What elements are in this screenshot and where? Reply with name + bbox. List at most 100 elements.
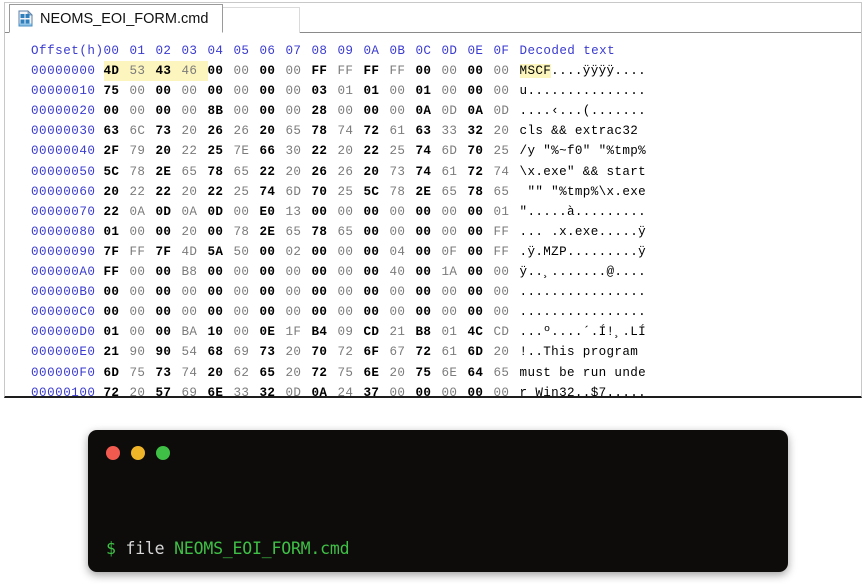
hex-row[interactable]: 00000000 4D 53 43 46 00 00 00 00 FF FF FF FF 00 00 00 00…: [31, 61, 646, 82]
hex-byte-cell[interactable]: 00: [364, 282, 390, 302]
hex-byte-cell[interactable]: 2F: [104, 141, 130, 161]
hex-byte-cell[interactable]: 74: [338, 121, 364, 141]
hex-byte-cell[interactable]: 01: [364, 81, 390, 101]
hex-decoded-text[interactable]: \x.exe" && start: [520, 162, 647, 182]
hex-decoded-text[interactable]: ".....à.........: [520, 202, 647, 222]
hex-byte-cell[interactable]: 33: [442, 121, 468, 141]
hex-decoded-text[interactable]: cls && extrac32: [520, 121, 647, 141]
hex-byte-cell[interactable]: 00: [130, 101, 156, 121]
hex-byte-cell[interactable]: 78: [390, 182, 416, 202]
hex-byte-cell[interactable]: 00: [442, 81, 468, 101]
hex-byte-cell[interactable]: 01: [416, 81, 442, 101]
hex-byte-cell[interactable]: 00: [364, 262, 390, 282]
hex-byte-cell[interactable]: 2E: [260, 222, 286, 242]
hex-byte-cell[interactable]: 00: [468, 282, 494, 302]
hex-byte-cell[interactable]: 00: [234, 81, 260, 101]
hex-byte-cell[interactable]: 25: [494, 141, 520, 161]
hex-byte-cell[interactable]: 00: [468, 302, 494, 322]
hex-byte-cell[interactable]: 00: [494, 282, 520, 302]
hex-byte-cell[interactable]: 20: [494, 342, 520, 362]
hex-byte-cell[interactable]: 21: [390, 322, 416, 342]
terminal-window[interactable]: $ file NEOMS_EOI_FORM.cmd NEOMS_EOI_FORM…: [88, 430, 788, 572]
hex-byte-cell[interactable]: 69: [182, 383, 208, 396]
hex-byte-cell[interactable]: 0A: [130, 202, 156, 222]
hex-byte-cell[interactable]: 26: [208, 121, 234, 141]
hex-byte-cell[interactable]: 20: [104, 182, 130, 202]
hex-byte-cell[interactable]: 00: [494, 81, 520, 101]
hex-byte-cell[interactable]: 2E: [156, 162, 182, 182]
hex-byte-cell[interactable]: 00: [182, 302, 208, 322]
hex-byte-cell[interactable]: 25: [234, 182, 260, 202]
hex-byte-cell[interactable]: 00: [104, 282, 130, 302]
hex-byte-cell[interactable]: 43: [155, 61, 182, 82]
hex-byte-cell[interactable]: 00: [208, 302, 234, 322]
hex-byte-cell[interactable]: 73: [260, 342, 286, 362]
hex-byte-cell[interactable]: 72: [338, 342, 364, 362]
hex-byte-cell[interactable]: 78: [208, 162, 234, 182]
hex-byte-cell[interactable]: 00: [130, 222, 156, 242]
hex-row[interactable]: 000000C0 00 00 00 00 00 00 00 00 00 00 00 00 00 00 00 00…: [31, 302, 646, 322]
hex-byte-cell[interactable]: 70: [468, 141, 494, 161]
hex-byte-cell[interactable]: 65: [494, 363, 520, 383]
hex-byte-cell[interactable]: 20: [130, 383, 156, 396]
hex-byte-cell[interactable]: 00: [364, 101, 390, 121]
hex-byte-cell[interactable]: 22: [104, 202, 130, 222]
hex-byte-cell[interactable]: 01: [338, 81, 364, 101]
hex-byte-cell[interactable]: 0D: [208, 202, 234, 222]
hex-byte-cell[interactable]: 4D: [103, 61, 130, 82]
hex-byte-cell[interactable]: 0A: [182, 202, 208, 222]
hex-byte-cell[interactable]: 6D: [286, 182, 312, 202]
hex-byte-cell[interactable]: 0A: [416, 101, 442, 121]
hex-byte-cell[interactable]: 74: [416, 162, 442, 182]
hex-byte-cell[interactable]: 00: [234, 101, 260, 121]
hex-byte-cell[interactable]: 00: [286, 262, 312, 282]
hex-row[interactable]: 000000B0 00 00 00 00 00 00 00 00 00 00 00 00 00 00 00 00…: [31, 282, 646, 302]
hex-byte-cell[interactable]: 62: [234, 363, 260, 383]
hex-byte-cell[interactable]: 22: [364, 141, 390, 161]
hex-byte-cell[interactable]: 4D: [182, 242, 208, 262]
hex-byte-cell[interactable]: 21: [104, 342, 130, 362]
hex-byte-cell[interactable]: 00: [416, 202, 442, 222]
hex-byte-cell[interactable]: 00: [416, 282, 442, 302]
hex-byte-cell[interactable]: 00: [416, 302, 442, 322]
hex-byte-cell[interactable]: 22: [208, 182, 234, 202]
hex-byte-cell[interactable]: 00: [182, 101, 208, 121]
hex-row[interactable]: 00000080 01 00 00 20 00 78 2E 65 78 65 00 00 00 00 00 FF…: [31, 222, 646, 242]
hex-byte-cell[interactable]: 46: [181, 61, 208, 82]
hex-decoded-text[interactable]: ... .x.exe.....ÿ: [520, 222, 647, 242]
hex-byte-cell[interactable]: 00: [442, 302, 468, 322]
hex-byte-cell[interactable]: 01: [104, 222, 130, 242]
hex-decoded-text[interactable]: .ÿ.MZP.........ÿ: [520, 242, 647, 262]
hex-byte-cell[interactable]: 00: [468, 262, 494, 282]
hex-byte-cell[interactable]: 20: [286, 162, 312, 182]
hex-byte-cell[interactable]: FF: [338, 61, 364, 81]
hex-byte-cell[interactable]: 33: [234, 383, 260, 396]
hex-byte-cell[interactable]: 65: [234, 162, 260, 182]
hex-byte-cell[interactable]: 00: [260, 61, 286, 81]
hex-byte-cell[interactable]: 5C: [364, 182, 390, 202]
hex-byte-cell[interactable]: 26: [338, 162, 364, 182]
hex-byte-cell[interactable]: 00: [416, 262, 442, 282]
hex-byte-cell[interactable]: 70: [312, 342, 338, 362]
hex-byte-cell[interactable]: 7E: [234, 141, 260, 161]
hex-byte-cell[interactable]: 00: [260, 302, 286, 322]
hex-byte-cell[interactable]: 72: [468, 162, 494, 182]
hex-byte-cell[interactable]: 00: [156, 81, 182, 101]
hex-byte-cell[interactable]: 65: [286, 121, 312, 141]
hex-byte-cell[interactable]: 0F: [442, 242, 468, 262]
hex-byte-cell[interactable]: 7F: [156, 242, 182, 262]
hex-byte-cell[interactable]: 00: [468, 242, 494, 262]
hex-dump-area[interactable]: Offset(h) 00 01 02 03 04 05 06 07 08 09 …: [5, 33, 861, 396]
hex-byte-cell[interactable]: 00: [338, 282, 364, 302]
hex-row[interactable]: 00000010 75 00 00 00 00 00 00 00 03 01 01 00 01 00 00 00…: [31, 81, 646, 101]
hex-byte-cell[interactable]: 00: [364, 222, 390, 242]
hex-byte-cell[interactable]: 00: [364, 302, 390, 322]
hex-byte-cell[interactable]: 00: [130, 322, 156, 342]
hex-byte-cell[interactable]: 75: [104, 81, 130, 101]
hex-byte-cell[interactable]: 00: [130, 282, 156, 302]
hex-byte-cell[interactable]: 00: [442, 61, 468, 81]
hex-byte-cell[interactable]: 00: [468, 202, 494, 222]
hex-byte-cell[interactable]: 22: [156, 182, 182, 202]
hex-byte-cell[interactable]: 65: [442, 182, 468, 202]
hex-byte-cell[interactable]: 00: [416, 242, 442, 262]
